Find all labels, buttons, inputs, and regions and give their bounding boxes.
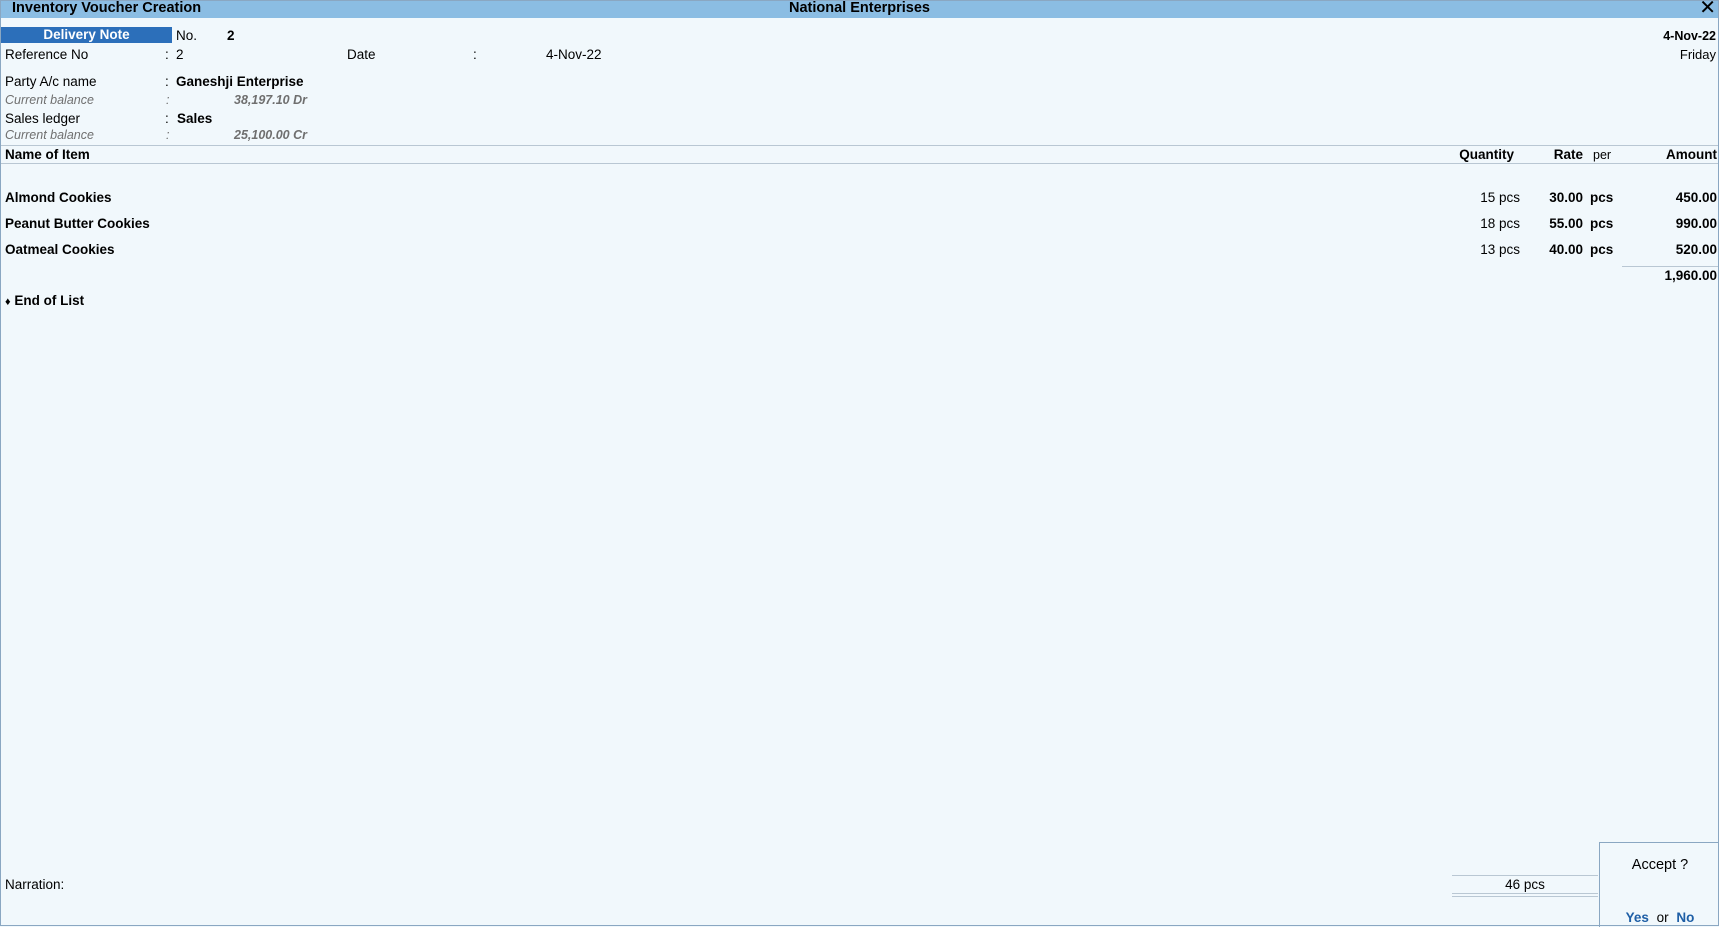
item-per[interactable]: pcs bbox=[1590, 216, 1620, 231]
party-field[interactable]: Ganeshji Enterprise bbox=[176, 74, 304, 89]
yes-button[interactable]: Yes bbox=[1626, 910, 1649, 925]
reference-no-field[interactable]: 2 bbox=[176, 47, 184, 62]
col-header-rate: Rate bbox=[1553, 147, 1583, 162]
voucher-type-badge[interactable]: Delivery Note bbox=[1, 27, 172, 43]
sales-balance-value: 25,100.00 Cr bbox=[234, 128, 307, 142]
divider bbox=[1452, 875, 1598, 876]
colon: : bbox=[166, 128, 170, 142]
item-name[interactable]: Almond Cookies bbox=[5, 190, 112, 205]
sales-ledger-field[interactable]: Sales bbox=[177, 111, 212, 126]
date-field[interactable]: 4-Nov-22 bbox=[546, 47, 602, 62]
no-button[interactable]: No bbox=[1676, 910, 1694, 925]
item-quantity[interactable]: 18 pcs bbox=[1440, 216, 1520, 231]
end-of-list-label: End of List bbox=[14, 293, 85, 308]
subtotal-amount: 1,960.00 bbox=[1664, 268, 1717, 283]
colon: : bbox=[165, 111, 169, 126]
divider bbox=[1, 145, 1718, 146]
reference-no-label: Reference No bbox=[5, 47, 89, 62]
item-name[interactable]: Peanut Butter Cookies bbox=[5, 216, 150, 231]
sales-balance-label: Current balance bbox=[5, 128, 94, 142]
accept-dialog: Accept ? Yes or No bbox=[1599, 842, 1719, 927]
divider bbox=[1, 163, 1718, 164]
voucher-no-value[interactable]: 2 bbox=[227, 28, 235, 43]
colon: : bbox=[166, 93, 170, 107]
divider bbox=[1452, 893, 1598, 894]
narration-label: Narration: bbox=[5, 877, 65, 892]
item-rate[interactable]: 30.00 bbox=[1530, 190, 1583, 205]
colon: : bbox=[165, 74, 169, 89]
date-label: Date bbox=[347, 47, 376, 62]
divider bbox=[1452, 896, 1598, 897]
col-header-name: Name of Item bbox=[5, 147, 90, 162]
col-header-quantity: Quantity bbox=[1459, 147, 1514, 162]
subtotal-divider bbox=[1622, 266, 1718, 267]
voucher-date-top: 4-Nov-22 bbox=[1663, 29, 1716, 43]
col-header-amount: Amount bbox=[1666, 147, 1717, 162]
item-amount[interactable]: 520.00 bbox=[1620, 242, 1717, 257]
or-text: or bbox=[1656, 910, 1669, 925]
colon: : bbox=[165, 47, 169, 62]
item-quantity[interactable]: 13 pcs bbox=[1440, 242, 1520, 257]
item-amount[interactable]: 990.00 bbox=[1620, 216, 1717, 231]
colon: : bbox=[473, 47, 477, 62]
company-name: National Enterprises bbox=[788, 0, 930, 16]
sales-ledger-label: Sales ledger bbox=[5, 111, 81, 126]
item-per[interactable]: pcs bbox=[1590, 190, 1620, 205]
total-quantity: 46 pcs bbox=[1505, 877, 1545, 892]
item-quantity[interactable]: 15 pcs bbox=[1440, 190, 1520, 205]
party-balance-label: Current balance bbox=[5, 93, 94, 107]
item-name[interactable]: Oatmeal Cookies bbox=[5, 242, 115, 257]
end-of-list[interactable]: ♦ End of List bbox=[5, 293, 84, 308]
item-amount[interactable]: 450.00 bbox=[1620, 190, 1717, 205]
col-header-per: per bbox=[1593, 148, 1612, 162]
accept-title: Accept ? bbox=[1631, 857, 1689, 873]
item-per[interactable]: pcs bbox=[1590, 242, 1620, 257]
party-label: Party A/c name bbox=[5, 74, 97, 89]
voucher-no-label: No. bbox=[176, 28, 198, 43]
item-rate[interactable]: 40.00 bbox=[1530, 242, 1583, 257]
item-rate[interactable]: 55.00 bbox=[1530, 216, 1583, 231]
close-icon[interactable]: ✕ bbox=[1699, 0, 1716, 18]
party-balance-value: 38,197.10 Dr bbox=[234, 93, 307, 107]
voucher-day: Friday bbox=[1679, 47, 1716, 62]
accept-options: Yes or No bbox=[1600, 910, 1719, 925]
diamond-icon: ♦ bbox=[5, 296, 11, 308]
